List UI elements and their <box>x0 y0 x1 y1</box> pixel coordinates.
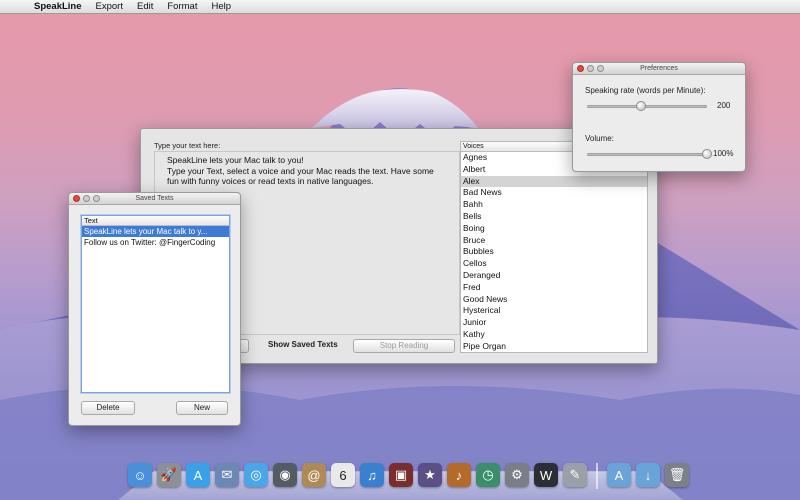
zoom-button-icon[interactable] <box>597 65 604 72</box>
saved-texts-header[interactable]: Text <box>82 216 229 226</box>
imovie-icon[interactable]: ★ <box>418 463 442 487</box>
launchpad-icon[interactable]: 🚀 <box>157 463 181 487</box>
garageband-icon[interactable]: ♪ <box>447 463 471 487</box>
speaking-rate-slider-knob[interactable] <box>636 101 646 111</box>
voice-item[interactable]: Alex <box>461 175 647 188</box>
type-text-label: Type your text here: <box>154 141 221 150</box>
saved-text-row[interactable]: Follow us on Twitter: @FingerCoding <box>82 237 229 248</box>
new-button[interactable]: New <box>176 401 228 415</box>
saved-texts-window: Saved Texts Text SpeakLine lets your Mac… <box>68 192 241 426</box>
menu-bar: SpeakLine Export Edit Format Help <box>0 0 800 14</box>
voice-item[interactable]: Boing <box>461 223 647 235</box>
mail-stamp-icon[interactable]: ✉ <box>215 463 239 487</box>
voices-list[interactable]: Voices Agnes Albert Alex Bad News Bahh Bells B… <box>460 141 648 353</box>
voice-item[interactable]: Bruce <box>461 235 647 247</box>
volume-slider-track[interactable] <box>587 153 707 156</box>
text-line-2: Type your Text, select a voice and your … <box>167 165 434 187</box>
volume-label: Volume: <box>585 134 614 143</box>
minimize-button-icon[interactable] <box>83 195 90 202</box>
voice-item[interactable]: Fred <box>461 282 647 294</box>
applications-folder-icon[interactable]: A <box>607 463 631 487</box>
activity-monitor-icon[interactable]: W <box>534 463 558 487</box>
voice-item[interactable]: Good News <box>461 294 647 306</box>
menu-edit[interactable]: Edit <box>137 1 153 12</box>
delete-button[interactable]: Delete <box>81 401 135 415</box>
speaking-rate-label: Speaking rate (words per Minute): <box>585 86 706 95</box>
window-controls <box>73 195 100 202</box>
dock-separator <box>596 463 598 489</box>
stop-reading-button[interactable]: Stop Reading <box>353 339 455 353</box>
menu-export[interactable]: Export <box>96 1 123 12</box>
menu-app-name[interactable]: SpeakLine <box>34 1 82 12</box>
voice-item[interactable]: Hysterical <box>461 305 647 317</box>
volume-slider-knob[interactable] <box>702 149 712 159</box>
contacts-icon[interactable]: @ <box>302 463 326 487</box>
utilities-icon[interactable]: ✎ <box>563 463 587 487</box>
calendar-icon[interactable]: 6 <box>331 463 355 487</box>
menu-help[interactable]: Help <box>211 1 231 12</box>
preferences-title: Preferences <box>640 65 678 72</box>
system-preferences-icon[interactable]: ⚙ <box>505 463 529 487</box>
safari-icon[interactable]: ◎ <box>244 463 268 487</box>
finder-icon[interactable]: ☺ <box>128 463 152 487</box>
dock: ☺ 🚀 A ✉ ◎ ◉ @6 ♫ ▣ ★ ♪ ◷ ⚙ W ✎ A ↓ 🗑 <box>128 463 689 493</box>
voice-item[interactable]: Cellos <box>461 258 647 270</box>
menu-format[interactable]: Format <box>167 1 197 12</box>
itunes-icon[interactable]: ♫ <box>360 463 384 487</box>
saved-texts-titlebar[interactable]: Saved Texts <box>69 193 240 205</box>
voice-item[interactable]: Bells <box>461 211 647 223</box>
saved-texts-list[interactable]: Text SpeakLine lets your Mac talk to y..… <box>81 215 230 393</box>
minimize-button-icon[interactable] <box>587 65 594 72</box>
close-button-icon[interactable] <box>577 65 584 72</box>
trash-icon[interactable]: 🗑 <box>665 463 689 487</box>
voice-item[interactable]: Junior <box>461 317 647 329</box>
saved-text-row[interactable]: SpeakLine lets your Mac talk to y... <box>82 226 229 237</box>
close-button-icon[interactable] <box>73 195 80 202</box>
speaking-rate-slider-track[interactable] <box>587 105 707 108</box>
facetime-icon[interactable]: ◉ <box>273 463 297 487</box>
time-machine-icon[interactable]: ◷ <box>476 463 500 487</box>
voice-item[interactable]: Pipe Organ <box>461 341 647 352</box>
preferences-titlebar[interactable]: Preferences <box>573 63 745 75</box>
preferences-window: Preferences Speaking rate (words per Min… <box>572 62 746 172</box>
voice-item[interactable]: Bahh <box>461 199 647 211</box>
volume-value: 100% <box>713 149 734 158</box>
downloads-folder-icon[interactable]: ↓ <box>636 463 660 487</box>
text-line-1: SpeakLine lets your Mac talk to you! <box>167 155 304 165</box>
voice-item[interactable]: Bad News <box>461 187 647 199</box>
voice-item[interactable]: Kathy <box>461 329 647 341</box>
photo-booth-icon[interactable]: ▣ <box>389 463 413 487</box>
speaking-rate-value: 200 <box>717 101 731 110</box>
zoom-button-icon[interactable] <box>93 195 100 202</box>
window-controls <box>577 65 604 72</box>
saved-texts-title: Saved Texts <box>135 195 174 202</box>
show-saved-texts-button[interactable]: Show Saved Texts <box>268 340 338 349</box>
voice-item[interactable]: Deranged <box>461 270 647 282</box>
app-store-icon[interactable]: A <box>186 463 210 487</box>
voice-item[interactable]: Bubbles <box>461 246 647 258</box>
